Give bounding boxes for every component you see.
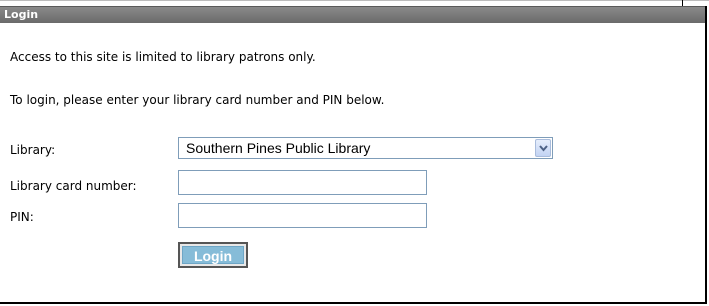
login-button[interactable]: Login bbox=[178, 242, 248, 268]
library-select[interactable]: Southern Pines Public Library bbox=[178, 137, 553, 159]
pin-label: PIN: bbox=[10, 210, 34, 224]
login-panel: Login Access to this site is limited to … bbox=[0, 6, 707, 304]
library-select-value: Southern Pines Public Library bbox=[186, 140, 371, 156]
library-label: Library: bbox=[10, 143, 56, 157]
top-strip-line bbox=[0, 0, 709, 1]
login-instructions: To login, please enter your library card… bbox=[10, 93, 385, 107]
panel-header: Login bbox=[0, 6, 705, 23]
login-button-label: Login bbox=[182, 246, 244, 264]
access-notice: Access to this site is limited to librar… bbox=[10, 50, 316, 64]
card-number-input[interactable] bbox=[178, 170, 427, 195]
panel-title: Login bbox=[4, 8, 39, 21]
pin-input[interactable] bbox=[178, 203, 427, 228]
chevron-down-icon[interactable] bbox=[535, 139, 551, 157]
card-number-label: Library card number: bbox=[10, 179, 137, 193]
